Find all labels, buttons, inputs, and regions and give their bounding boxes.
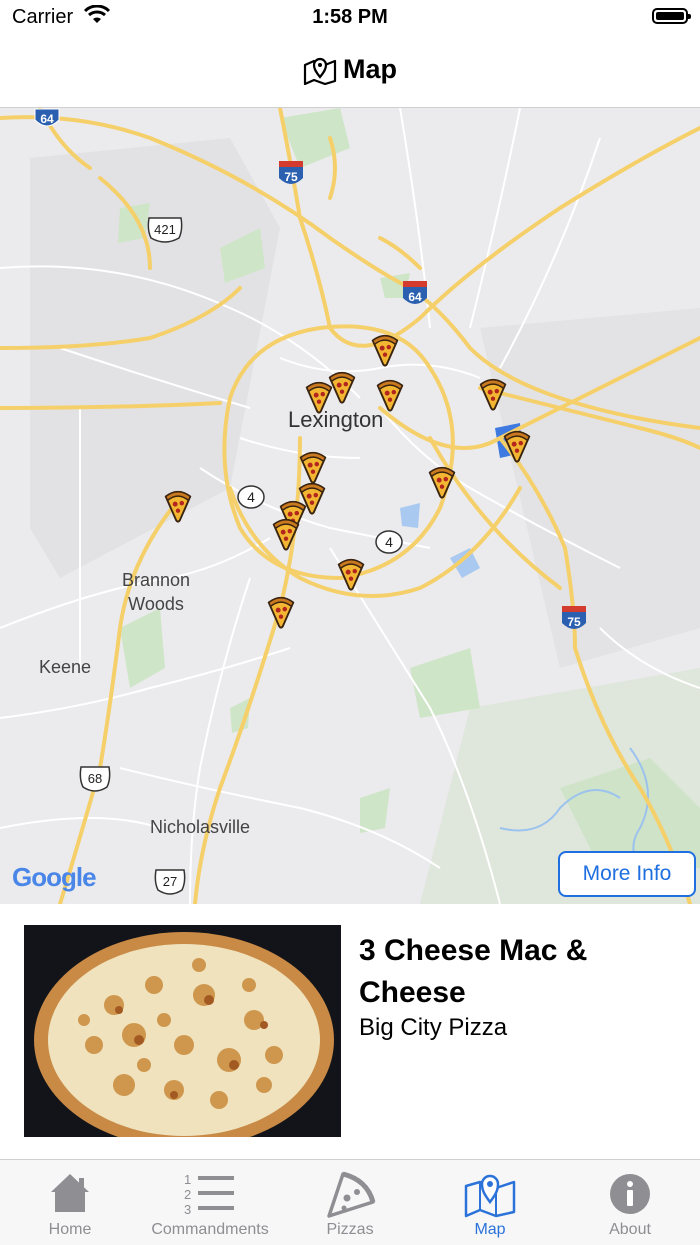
pizza-pin[interactable] [373,378,407,412]
shield-label: 68 [88,771,102,786]
pizza-icon [327,1171,376,1218]
pizza-pin[interactable] [302,380,336,414]
google-attribution: Google [12,862,97,893]
info-icon [610,1174,650,1214]
map-view[interactable]: 64 75 421 64 4 4 75 68 27 Lexington Bran… [0,108,700,904]
tab-commandments[interactable]: 1 2 3 Commandments [140,1160,280,1245]
clock: 1:58 PM [312,6,388,28]
us-421-shield: 421 [147,217,183,243]
us-27-shield: 27 [154,869,186,895]
pizza-pin[interactable] [161,489,195,523]
tab-label: About [609,1221,651,1238]
pizza-pin[interactable] [425,465,459,499]
tab-map[interactable]: Map [420,1160,560,1245]
shield-label: 64 [40,112,54,126]
google-logo: Google [12,862,97,892]
tab-home[interactable]: Home [0,1160,140,1245]
pizza-pin[interactable] [500,429,534,463]
tab-label: Pizzas [326,1221,374,1238]
tab-label: Commandments [151,1221,269,1238]
more-info-button[interactable]: More Info [558,851,696,897]
page-title: Map [343,54,397,84]
home-icon [51,1174,89,1212]
tab-label: Home [48,1221,92,1238]
navigation-bar: Map [0,36,700,108]
tab-bar: Home 1 2 3 Commandments Pizzas Map About [0,1159,700,1245]
svg-text:3: 3 [184,1202,191,1217]
pizza-photo [24,925,341,1137]
shield-label: 4 [247,489,255,505]
restaurant-name: Big City Pizza [359,1014,508,1041]
interstate-75-shield-bottom: 75 [562,606,586,629]
tab-about[interactable]: About [560,1160,700,1245]
shield-label: 75 [284,170,298,184]
pizza-pin[interactable] [264,595,298,629]
pizza-name: 3 Cheese Mac & Cheese [359,934,588,1009]
pizza-pin[interactable] [368,333,402,367]
city-label-brannon-woods: Brannon Woods [122,570,191,614]
status-bar: Carrier 1:58 PM [0,0,700,36]
shield-label: 421 [154,222,176,237]
pizza-pin[interactable] [334,557,368,591]
interstate-64-shield-mid: 64 [403,281,427,304]
interstate-64-shield: 64 [34,108,60,127]
route-4-shield-left: 4 [237,485,265,509]
svg-text:2: 2 [184,1187,191,1202]
pizza-pin[interactable] [269,517,303,551]
shield-label: 75 [567,615,581,629]
tab-pizzas[interactable]: Pizzas [280,1160,420,1245]
shield-label: 27 [163,874,177,889]
numbered-list-icon: 1 2 3 [184,1172,234,1217]
shield-label: 64 [408,290,422,304]
city-label-keene: Keene [39,657,92,677]
shield-label: 4 [385,534,393,550]
selected-pizza-card[interactable]: 3 Cheese Mac & Cheese Big City Pizza [0,904,700,1159]
svg-text:1: 1 [184,1172,191,1187]
route-4-shield-right: 4 [375,530,403,554]
city-label-nicholasville: Nicholasville [150,817,251,837]
battery-icon [652,8,691,24]
map-icon [464,1174,516,1218]
pizza-pin[interactable] [296,450,330,484]
us-68-shield: 68 [79,766,111,792]
pizza-pin[interactable] [476,377,510,411]
tab-label: Map [474,1221,506,1238]
map-pin-icon [303,57,337,85]
interstate-75-shield: 75 [279,161,303,184]
